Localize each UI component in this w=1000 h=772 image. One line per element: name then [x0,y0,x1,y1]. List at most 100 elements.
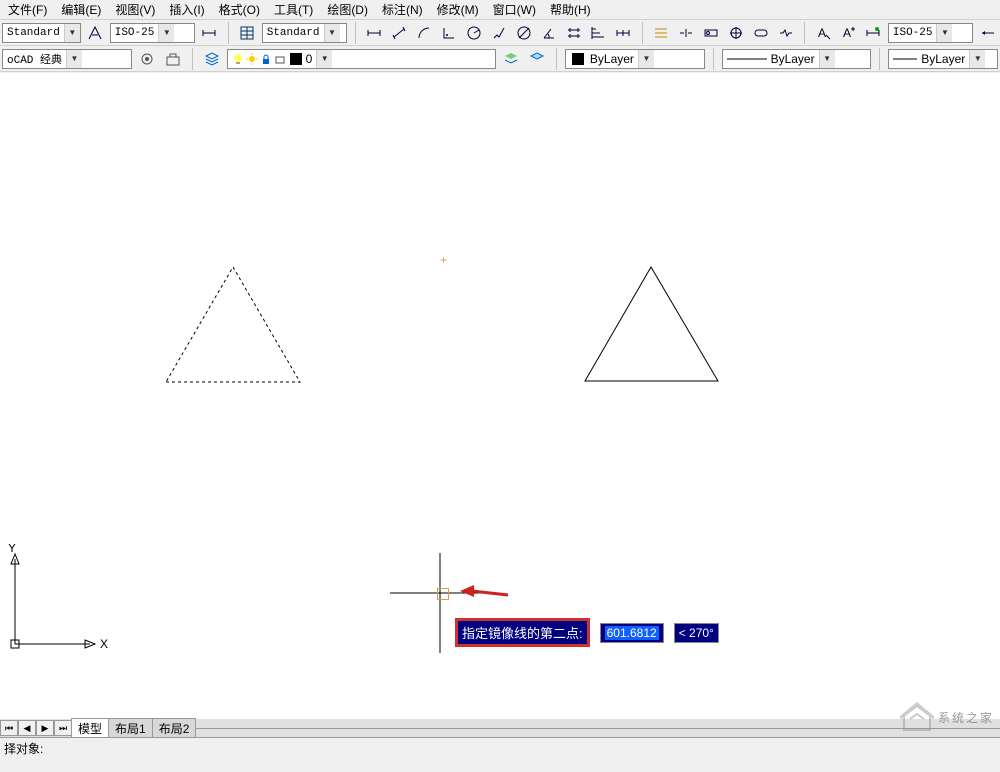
menu-draw[interactable]: 绘图(D) [321,0,374,20]
lineweight-combo[interactable]: ByLayer ▼ [888,49,998,69]
tab-last-button[interactable]: ⏭ [54,720,72,736]
menu-file[interactable]: 文件(F) [2,0,53,20]
plot-icon [274,53,286,65]
jogged-linear-icon[interactable] [775,22,796,44]
tab-layout1[interactable]: 布局1 [108,718,153,739]
svg-text:Y: Y [8,544,16,555]
lineweight-value: ByLayer [889,52,969,66]
dropdown-icon: ▼ [324,24,340,42]
textstyle-button[interactable] [85,22,106,44]
tab-model[interactable]: 模型 [71,718,109,739]
toolbox-icon[interactable] [162,48,184,70]
dim-style-button[interactable] [977,22,998,44]
dropdown-icon: ▼ [66,50,82,68]
sun-icon [246,53,258,65]
lock-icon [260,53,272,65]
layer-value: 0 [228,52,317,66]
tab-nav: ⏮ ◀ ▶ ⏭ [0,720,72,736]
workspace-combo[interactable]: oCAD 经典 ▼ [2,49,132,69]
layer-combo[interactable]: 0 ▼ [227,49,496,69]
dropdown-icon: ▼ [969,50,985,68]
dim-space-icon[interactable] [651,22,672,44]
workspace-settings-icon[interactable] [136,48,158,70]
tolerance-icon[interactable] [701,22,722,44]
menu-format[interactable]: 格式(O) [213,0,266,20]
dropdown-icon: ▼ [316,50,332,68]
menu-bar: 文件(F) 编辑(E) 视图(V) 插入(I) 格式(O) 工具(T) 绘图(D… [0,0,1000,20]
dynamic-prompt: 指定镜像线的第二点: [455,618,590,647]
menu-help[interactable]: 帮助(H) [544,0,597,20]
dim-quick-icon[interactable] [563,22,584,44]
pickbox-icon [437,588,449,600]
tab-next-button[interactable]: ▶ [36,720,54,736]
tab-prev-button[interactable]: ◀ [18,720,36,736]
center-mark-icon[interactable] [725,22,746,44]
inspection-icon[interactable] [750,22,771,44]
layer-state-icon[interactable] [526,48,548,70]
dim-style-value: ISO-25 [111,27,159,39]
menu-window[interactable]: 窗口(W) [487,0,542,20]
svg-text:A: A [818,26,826,40]
dim-edit-icon[interactable]: A [813,22,834,44]
dim-ordinate-icon[interactable] [439,22,460,44]
dim-break-icon[interactable] [676,22,697,44]
layout-tabs: ⏮ ◀ ▶ ⏭ 模型 布局1 布局2 [0,719,1000,737]
table-style-value: Standard [263,27,324,39]
layer-previous-icon[interactable] [500,48,522,70]
tab-layout2[interactable]: 布局2 [152,718,197,739]
dim-angular-icon[interactable] [538,22,559,44]
text-style-combo[interactable]: Standard ▼ [2,23,81,43]
drawing-canvas[interactable]: + 指定镜像线的第二点: 601.6812 < 270° Y X [0,73,1000,719]
layer-props-icon[interactable] [201,48,223,70]
linetype-combo[interactable]: ByLayer ▼ [722,49,872,69]
menu-edit[interactable]: 编辑(E) [55,0,107,20]
lightbulb-icon [232,53,244,65]
linetype-preview-icon [727,54,767,64]
dim-diameter-icon[interactable] [513,22,534,44]
dim-jogged-icon[interactable] [488,22,509,44]
table-style-combo[interactable]: Standard ▼ [262,23,347,43]
dim-update-icon[interactable] [863,22,884,44]
color-combo[interactable]: ByLayer ▼ [565,49,705,69]
basepoint-marker-icon: + [440,253,447,267]
dynamic-angle-input[interactable]: < 270° [674,623,719,643]
dim-tedit-icon[interactable]: A [838,22,859,44]
command-text: 择对象: [4,742,43,756]
linetype-value: ByLayer [723,52,819,66]
dim-continue-icon[interactable] [613,22,634,44]
watermark-house-icon [900,702,934,732]
tab-track [196,728,1000,729]
menu-insert[interactable]: 插入(I) [163,0,210,20]
watermark: 系统之家 [900,702,994,732]
dropdown-icon: ▼ [64,24,80,42]
menu-dimension[interactable]: 标注(N) [376,0,429,20]
command-line[interactable]: 择对象: [0,737,1000,772]
color-swatch-icon [290,53,302,65]
ucs-icon: Y X [5,544,115,654]
dim-baseline-icon[interactable] [588,22,609,44]
dim-style-combo[interactable]: ISO-25 ▼ [110,23,195,43]
menu-view[interactable]: 视图(V) [109,0,161,20]
dim-arc-icon[interactable] [414,22,435,44]
dim-radius-icon[interactable] [463,22,484,44]
toolbar-row-1: Standard ▼ ISO-25 ▼ Standard ▼ A A ISO-2… [0,20,1000,46]
dim-style-combo-2[interactable]: ISO-25 ▼ [888,23,973,43]
tab-first-button[interactable]: ⏮ [0,720,18,736]
dim-aligned-icon[interactable] [389,22,410,44]
dropdown-icon: ▼ [158,24,174,42]
dropdown-icon: ▼ [819,50,835,68]
svg-text:A: A [843,26,851,40]
triangle-dashed [166,267,300,382]
tablestyle-button[interactable] [237,22,258,44]
text-style-value: Standard [3,27,64,39]
menu-modify[interactable]: 修改(M) [431,0,485,20]
dropdown-icon: ▼ [638,50,654,68]
color-value: ByLayer [566,52,638,66]
dynamic-distance-input[interactable]: 601.6812 [600,623,664,643]
dynamic-input: 指定镜像线的第二点: 601.6812 < 270° [455,618,719,647]
dimstyle-button[interactable] [199,22,220,44]
triangle-solid [585,267,718,381]
menu-tools[interactable]: 工具(T) [268,0,319,20]
workspace-value: oCAD 经典 [3,51,66,67]
dim-linear-icon[interactable] [364,22,385,44]
